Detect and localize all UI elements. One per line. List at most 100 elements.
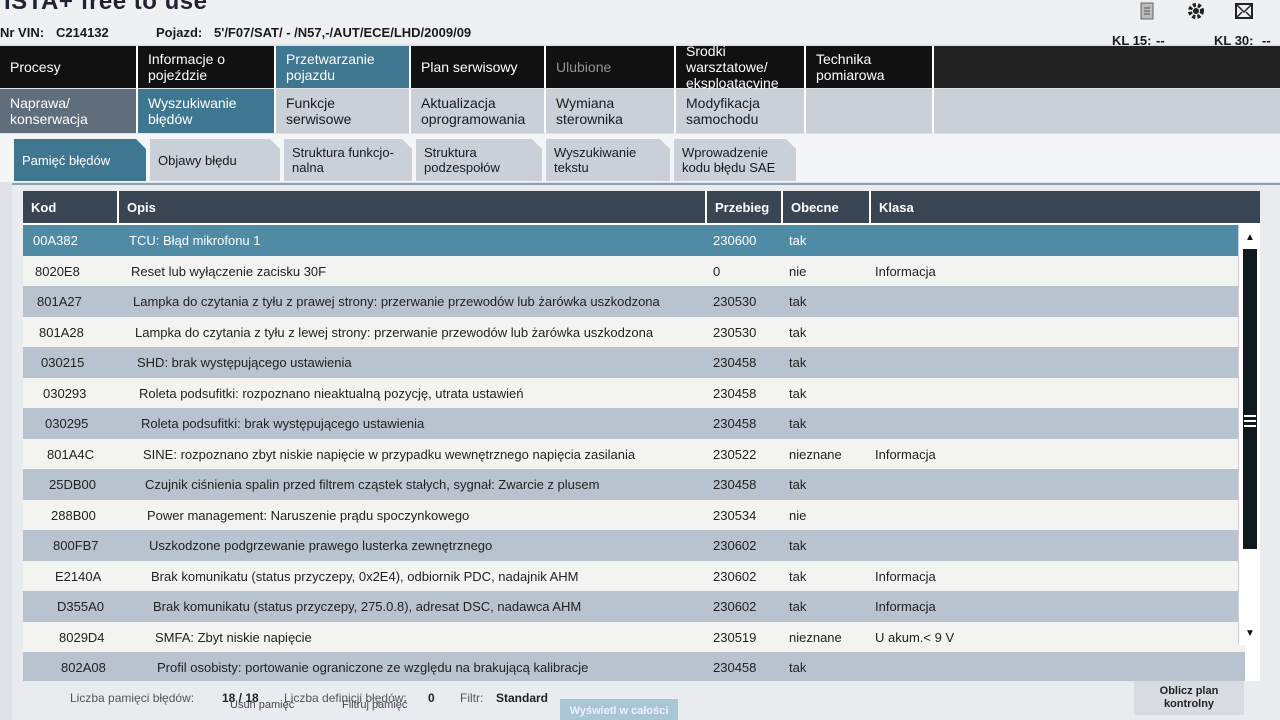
cell-desc: Czujnik ciśnienia spalin przed filtrem c… <box>145 477 600 492</box>
cell-mileage: 230522 <box>713 446 757 462</box>
table-header: Kod Opis Przebieg Obecne Klasa <box>23 191 1260 223</box>
cell-mileage: 230458 <box>713 477 757 492</box>
cell-mileage: 230602 <box>713 568 757 584</box>
cell-class: Informacja <box>875 568 936 584</box>
filter-memory-button[interactable]: Filtruj pamięć <box>342 699 407 720</box>
cell-present: tak <box>789 385 807 401</box>
col-present[interactable]: Obecne <box>783 191 871 223</box>
cell-class: U akum.< 9 V <box>875 629 955 645</box>
cell-mileage: 230458 <box>713 416 757 431</box>
cell-code: 801A27 <box>37 294 82 309</box>
cell-mileage: 230458 <box>713 385 757 401</box>
filter-value: Standard <box>496 691 549 705</box>
title-bar: ISTA+ free to use <box>0 0 1280 22</box>
table-row[interactable]: 800FB7 Uszkodzone podgrzewanie prawego lu… <box>23 530 1245 561</box>
table-row[interactable]: 801A27 Lampka do czytania z tyłu z prawej… <box>23 286 1245 317</box>
vin-label: Nr VIN: <box>0 25 45 40</box>
tab-procesy[interactable]: Procesy <box>0 46 138 88</box>
cell-desc: Brak komunikatu (status przyczepy, 0x2E4… <box>151 568 579 584</box>
tab-aktualizacja[interactable]: Aktualizacja oprogramowania <box>411 89 546 133</box>
cell-code: 801A28 <box>39 324 84 340</box>
cell-class: Informacja <box>875 446 936 462</box>
vin-value: C214132 <box>56 25 109 40</box>
table-row[interactable]: 030215 SHD: brak występującego ustawienia… <box>23 347 1245 378</box>
cell-mileage: 230600 <box>713 233 757 248</box>
table-row[interactable]: 030293 Roleta podsufitki: rozpoznano niea… <box>23 377 1245 408</box>
vertical-scrollbar[interactable]: ▲ ▼ <box>1238 225 1260 645</box>
col-class[interactable]: Klasa <box>871 191 1260 223</box>
subtab-bar: Pamięć błędów Objawy błędu Struktura fun… <box>0 134 1280 182</box>
table-row[interactable]: 8029D4 SMFA: Zbyt niskie napięcie 230519 ni… <box>23 621 1245 652</box>
calculate-plan-button[interactable]: Oblicz plan kontrolny <box>1134 681 1244 715</box>
cell-mileage: 230530 <box>713 324 757 340</box>
tab-funkcje-serwisowe[interactable]: Funkcje serwisowe <box>276 89 411 133</box>
cell-present: tak <box>789 355 807 370</box>
cell-present: tak <box>789 660 807 675</box>
show-all-button[interactable]: Wyświetl w całości <box>560 699 678 720</box>
tab-informacje[interactable]: Informacje o pojeździe <box>138 46 276 88</box>
subtab-struktura-funkcjonalna[interactable]: Struktura funkcjo- nalna <box>284 139 412 181</box>
cell-code: 030215 <box>41 355 85 370</box>
table-row[interactable]: 802A08 Profil osobisty: portowanie ograni… <box>23 652 1245 681</box>
cell-desc: SINE: rozpoznano zbyt niskie napięcie w … <box>143 446 636 462</box>
tab-naprawa[interactable]: Naprawa/ konserwacja <box>0 89 138 133</box>
cell-code: 800FB7 <box>53 538 99 553</box>
cell-mileage: 230534 <box>713 507 757 523</box>
app-title: ISTA+ free to use <box>4 0 208 15</box>
tab-plan-serwisowy[interactable]: Plan serwisowy <box>411 46 546 88</box>
table-row[interactable]: D355A0 Brak komunikatu (status przyczepy,… <box>23 591 1245 622</box>
document-icon[interactable] <box>1134 0 1162 22</box>
tab-wyszukiwanie-bledow[interactable]: Wyszukiwanie błędów <box>138 89 276 133</box>
cell-code: 801A4C <box>47 446 94 462</box>
subtab-struktura-podzespolow[interactable]: Struktura podzespołów <box>416 139 542 181</box>
cell-mileage: 230602 <box>713 599 757 614</box>
fault-table: Kod Opis Przebieg Obecne Klasa 00A382 TCU… <box>23 191 1260 681</box>
tab-technika[interactable]: Technika pomiarowa <box>806 46 934 88</box>
grip-icon <box>1244 415 1256 427</box>
table-row[interactable]: E2140A Brak komunikatu (status przyczepy,… <box>23 560 1245 591</box>
cell-desc: Lampka do czytania z tyłu z prawej stron… <box>133 294 660 309</box>
tab-przetwarzanie[interactable]: Przetwarzanie pojazdu <box>276 46 411 88</box>
scroll-up-icon[interactable]: ▲ <box>1241 229 1259 245</box>
delete-memory-button[interactable]: Usuń pamięć <box>230 699 294 720</box>
tab-modyfikacja[interactable]: Modyfikacja samochodu <box>676 89 806 133</box>
table-row[interactable]: 288B00 Power management: Naruszenie prądu… <box>23 499 1245 530</box>
tab-srodki[interactable]: Środki warsztatowe/ eksploatacyjne <box>676 43 806 91</box>
col-mileage[interactable]: Przebieg <box>707 191 783 223</box>
filter-label: Filtr: <box>460 691 484 705</box>
subtab-pamiec-bledow[interactable]: Pamięć błędów <box>14 139 146 181</box>
cell-present: tak <box>789 233 807 248</box>
subtab-objawy[interactable]: Objawy błędu <box>150 139 280 181</box>
cell-present: nie <box>789 263 807 279</box>
cell-code: 8020E8 <box>35 263 80 279</box>
cell-desc: Roleta podsufitki: brak występującego us… <box>141 416 425 431</box>
tab-wymiana[interactable]: Wymiana sterownika <box>546 89 676 133</box>
table-row[interactable]: 030295 Roleta podsufitki: brak występując… <box>23 408 1245 439</box>
subtab-kod-sae[interactable]: Wprowadzenie kodu błędu SAE <box>674 139 796 181</box>
tab-ulubione[interactable]: Ulubione <box>546 46 676 88</box>
mail-icon[interactable] <box>1230 0 1258 22</box>
table-row[interactable]: 801A28 Lampka do czytania z tyłu z lewej … <box>23 316 1245 347</box>
gear-icon[interactable] <box>1182 0 1210 22</box>
col-code[interactable]: Kod <box>23 191 119 223</box>
sub-nav: Naprawa/ konserwacja Wyszukiwanie błędów… <box>0 89 1280 133</box>
table-row[interactable]: 801A4C SINE: rozpoznano zbyt niskie napię… <box>23 438 1245 469</box>
cell-desc: SHD: brak występującego ustawienia <box>137 355 352 370</box>
table-row[interactable]: 25DB00 Czujnik ciśnienia spalin przed fil… <box>23 469 1245 500</box>
cell-mileage: 230530 <box>713 294 757 309</box>
cell-present: tak <box>789 599 807 614</box>
fault-memory-panel: Kod Opis Przebieg Obecne Klasa 00A382 TCU… <box>12 183 1280 720</box>
cell-code: E2140A <box>55 568 102 584</box>
cell-present: nieznane <box>789 629 842 645</box>
tab-empty <box>806 89 934 133</box>
scroll-down-icon[interactable]: ▼ <box>1241 625 1259 641</box>
scroll-thumb[interactable] <box>1243 249 1257 549</box>
cell-mileage: 230602 <box>713 538 757 553</box>
cell-desc: Roleta podsufitki: rozpoznano nieaktualn… <box>139 385 524 401</box>
subtab-wyszukiwanie-tekstu[interactable]: Wyszukiwanie tekstu <box>546 139 670 181</box>
count-label: Liczba pamięci błędów: <box>70 691 195 705</box>
table-row[interactable]: 8020E8 Reset lub wyłączenie zacisku 30F 0 n… <box>23 255 1245 286</box>
cell-mileage: 230458 <box>713 355 757 370</box>
table-row[interactable]: 00A382 TCU: Błąd mikrofonu 1 230600 tak <box>23 225 1245 256</box>
col-desc[interactable]: Opis <box>119 191 707 223</box>
